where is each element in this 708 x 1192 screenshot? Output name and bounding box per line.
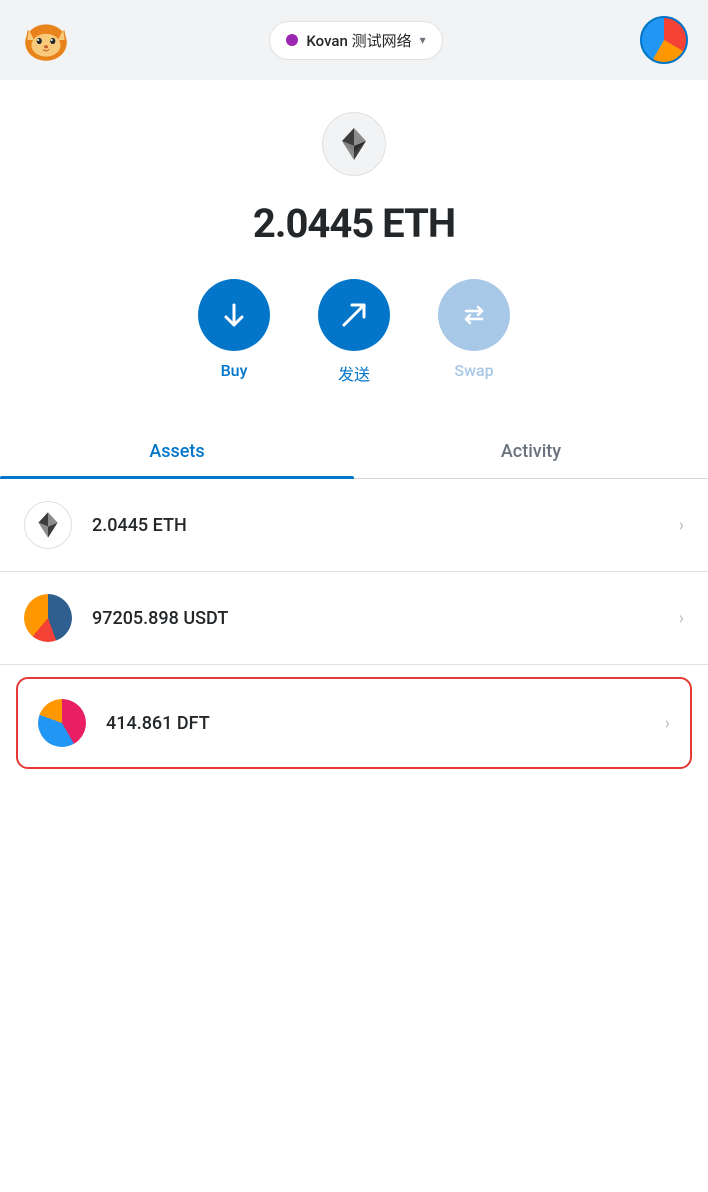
- dft-asset-amount: 414.861 DFT: [106, 713, 665, 734]
- eth-token-icon: [322, 112, 386, 176]
- network-name: Kovan 测试网络: [306, 30, 411, 51]
- asset-item-eth[interactable]: 2.0445 ETH ›: [0, 479, 708, 572]
- tabs: Assets Activity: [0, 425, 708, 479]
- chevron-down-icon: ▾: [420, 33, 426, 47]
- buy-icon-circle: [198, 279, 270, 351]
- account-avatar[interactable]: [640, 16, 688, 64]
- usdt-chevron-icon: ›: [679, 608, 684, 629]
- swap-icon-circle: [438, 279, 510, 351]
- buy-button[interactable]: Buy: [198, 279, 270, 385]
- eth-diamond-icon: [334, 124, 374, 164]
- tab-assets[interactable]: Assets: [0, 425, 354, 478]
- send-icon: [338, 299, 370, 331]
- app-header: Kovan 测试网络 ▾: [0, 0, 708, 80]
- eth-chevron-icon: ›: [679, 515, 684, 536]
- balance-section: 2.0445 ETH: [0, 192, 708, 279]
- buy-label: Buy: [221, 361, 248, 380]
- asset-item-usdt[interactable]: 97205.898 USDT ›: [0, 572, 708, 665]
- usdt-asset-amount: 97205.898 USDT: [92, 608, 679, 629]
- swap-label: Swap: [454, 361, 493, 380]
- send-label: 发送: [338, 361, 370, 385]
- swap-button[interactable]: Swap: [438, 279, 510, 385]
- metamask-logo: [20, 14, 72, 66]
- buy-icon: [218, 299, 250, 331]
- main-content: 2.0445 ETH Buy 发送: [0, 80, 708, 1192]
- asset-list: 2.0445 ETH › 97205.898 USDT › 414.861 DF…: [0, 479, 708, 769]
- send-icon-circle: [318, 279, 390, 351]
- network-status-dot: [286, 34, 298, 46]
- swap-icon: [458, 299, 490, 331]
- tab-activity[interactable]: Activity: [354, 425, 708, 478]
- eth-icon-wrapper: [0, 80, 708, 192]
- send-button[interactable]: 发送: [318, 279, 390, 385]
- eth-asset-icon: [24, 501, 72, 549]
- eth-small-icon: [32, 509, 64, 541]
- dft-asset-icon: [38, 699, 86, 747]
- dft-chevron-icon: ›: [665, 713, 670, 734]
- balance-amount: 2.0445 ETH: [20, 200, 688, 247]
- usdt-asset-icon: [24, 594, 72, 642]
- asset-item-dft[interactable]: 414.861 DFT ›: [16, 677, 692, 769]
- eth-asset-amount: 2.0445 ETH: [92, 515, 679, 536]
- usdt-token-graphic: [24, 594, 72, 642]
- dft-token-graphic: [38, 699, 86, 747]
- network-selector[interactable]: Kovan 测试网络 ▾: [269, 21, 442, 60]
- action-buttons: Buy 发送 Swap: [0, 279, 708, 425]
